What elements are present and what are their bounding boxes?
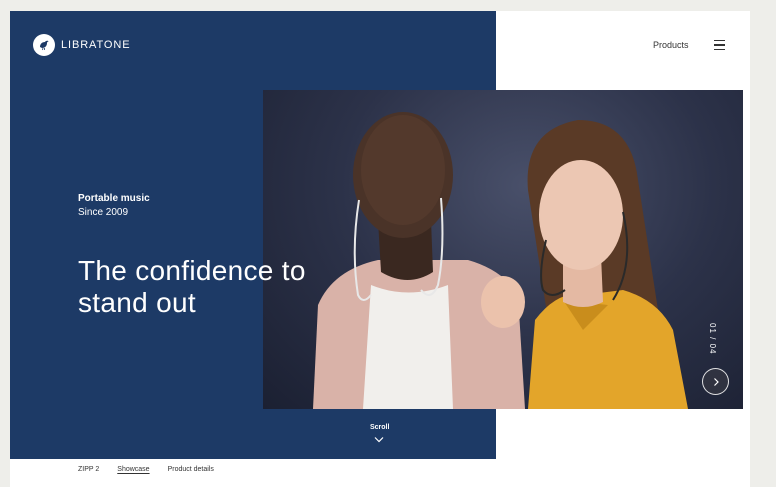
brand-logo[interactable]: LIBRATONE (33, 34, 130, 56)
next-slide-button[interactable] (702, 368, 729, 395)
headline-line-2: stand out (78, 287, 196, 318)
brand-name: LIBRATONE (61, 39, 131, 51)
subnav-item-product-details[interactable]: Product details (168, 466, 214, 473)
page-frame: LIBRATONE Products Portable music Since … (10, 11, 750, 487)
tagline-subtitle: Since 2009 (78, 207, 129, 218)
subnav-item-zipp2[interactable]: ZIPP 2 (78, 466, 99, 473)
scroll-label[interactable]: Scroll (370, 424, 389, 431)
subnav-item-showcase[interactable]: Showcase (117, 466, 149, 473)
hero-photo-illustration (313, 112, 688, 409)
headline-line-1: The confidence to (78, 255, 306, 286)
product-subnav: ZIPP 2 Showcase Product details (78, 466, 214, 473)
chevron-right-icon (713, 377, 719, 386)
hamburger-menu-icon[interactable] (714, 40, 725, 50)
slide-counter: 01 / 04 (708, 323, 717, 355)
chevron-down-icon[interactable] (374, 436, 384, 443)
hero-headline: The confidence to stand out (78, 255, 306, 319)
bird-logo-icon (33, 34, 55, 56)
nav-products-link[interactable]: Products (653, 40, 689, 50)
hero-photo (263, 90, 743, 409)
tagline-title: Portable music (78, 193, 150, 204)
